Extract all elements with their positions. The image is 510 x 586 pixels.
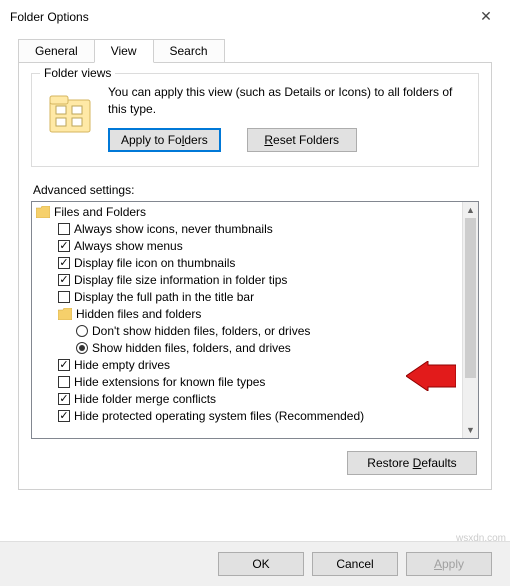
advanced-settings-label: Advanced settings:	[31, 183, 479, 197]
dialog-button-bar: OK Cancel Apply	[0, 541, 510, 586]
title-bar: Folder Options ✕	[0, 0, 510, 33]
radio-icon[interactable]	[76, 342, 88, 354]
tab-search[interactable]: Search	[153, 39, 225, 63]
ok-button[interactable]: OK	[218, 552, 304, 576]
tree-item[interactable]: ✓Display file size information in folder…	[32, 272, 462, 289]
checkbox-icon[interactable]	[58, 223, 70, 235]
reset-folders-button[interactable]: Reset Folders	[247, 128, 357, 152]
folder-views-description: You can apply this view (such as Details…	[108, 84, 464, 118]
tree-radio-show-hidden[interactable]: Show hidden files, folders, and drives	[32, 340, 462, 357]
tree-group-hidden: Hidden files and folders	[32, 306, 462, 323]
checkbox-icon[interactable]: ✓	[58, 359, 70, 371]
tab-container: General View Search Folder views You can…	[0, 33, 510, 490]
folder-icon	[36, 206, 50, 218]
scrollbar[interactable]: ▲ ▼	[462, 202, 478, 438]
advanced-settings-tree: Files and Folders Always show icons, nev…	[31, 201, 479, 439]
tree-radio-dont-show-hidden[interactable]: Don't show hidden files, folders, or dri…	[32, 323, 462, 340]
checkbox-icon[interactable]: ✓	[58, 410, 70, 422]
tabs: General View Search	[18, 39, 492, 63]
restore-defaults-button[interactable]: Restore Defaults	[347, 451, 477, 475]
tab-view[interactable]: View	[94, 39, 154, 63]
checkbox-icon[interactable]	[58, 291, 70, 303]
tree-item[interactable]: Always show icons, never thumbnails	[32, 221, 462, 238]
checkbox-icon[interactable]: ✓	[58, 393, 70, 405]
checkbox-icon[interactable]: ✓	[58, 257, 70, 269]
tree-item[interactable]: ✓Hide empty drives	[32, 357, 462, 374]
tab-panel-view: Folder views You can apply this view (su…	[18, 62, 492, 490]
cancel-button[interactable]: Cancel	[312, 552, 398, 576]
tree-group-files-folders: Files and Folders	[32, 204, 462, 221]
tree-item[interactable]: ✓Always show menus	[32, 238, 462, 255]
watermark-text: wsxdn.com	[456, 533, 506, 544]
checkbox-icon[interactable]: ✓	[58, 274, 70, 286]
scroll-up-icon[interactable]: ▲	[463, 202, 478, 218]
folder-views-legend: Folder views	[40, 66, 115, 80]
tree-item[interactable]: ✓Display file icon on thumbnails	[32, 255, 462, 272]
checkbox-icon[interactable]	[58, 376, 70, 388]
checkbox-icon[interactable]: ✓	[58, 240, 70, 252]
close-icon[interactable]: ✕	[474, 8, 498, 25]
apply-button[interactable]: Apply	[406, 552, 492, 576]
scroll-down-icon[interactable]: ▼	[463, 422, 478, 438]
tree-item[interactable]: Hide extensions for known file types	[32, 374, 462, 391]
apply-to-folders-button[interactable]: Apply to Folders	[108, 128, 221, 152]
tree-item[interactable]: Display the full path in the title bar	[32, 289, 462, 306]
folder-views-group: Folder views You can apply this view (su…	[31, 73, 479, 167]
scroll-thumb[interactable]	[465, 218, 476, 378]
tab-general[interactable]: General	[18, 39, 95, 63]
folder-preview-icon	[46, 90, 94, 138]
radio-icon[interactable]	[76, 325, 88, 337]
tree-item[interactable]: ✓Hide folder merge conflicts	[32, 391, 462, 408]
window-title: Folder Options	[10, 10, 89, 24]
folder-icon	[58, 308, 72, 320]
tree-item[interactable]: ✓Hide protected operating system files (…	[32, 408, 462, 425]
